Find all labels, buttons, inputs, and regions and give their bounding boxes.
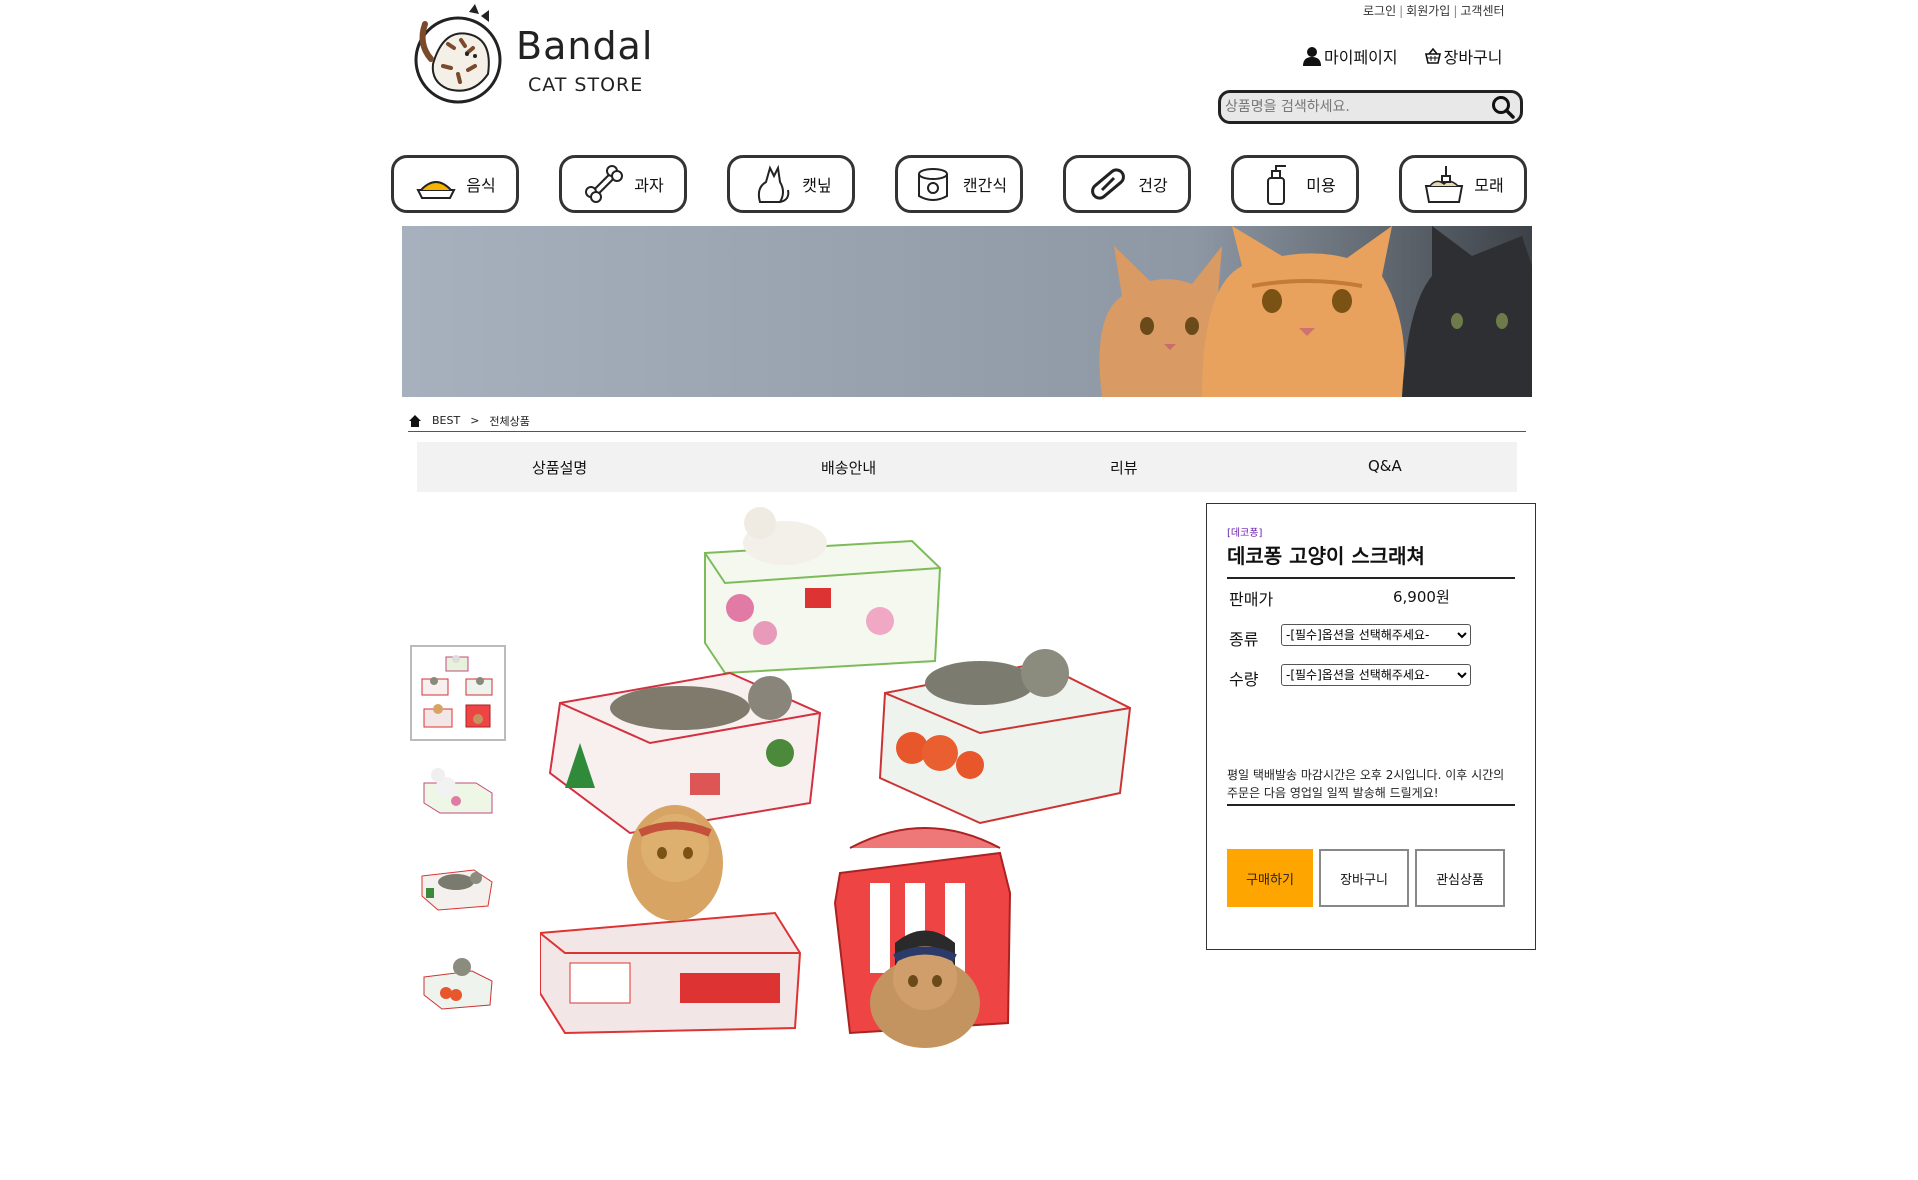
- product-price: 6,900원: [1393, 588, 1450, 606]
- logo[interactable]: Bandal CAT STORE: [413, 4, 653, 108]
- search-input[interactable]: [1225, 99, 1490, 115]
- product-thumbnail-image: [421, 869, 493, 911]
- category-catnip[interactable]: 캣닢: [727, 155, 855, 213]
- product-info-panel: [데코퐁] 데코퐁 고양이 스크래쳐 판매가 6,900원 종류 -[필수]옵션…: [1206, 503, 1536, 950]
- mypage-label: 마이페이지: [1324, 48, 1398, 67]
- product-thumbnail-image: [423, 958, 493, 1010]
- separator: |: [1399, 4, 1404, 18]
- litter-box-icon: [1425, 166, 1464, 203]
- category-label: 음식: [466, 176, 496, 195]
- thumbnail-3[interactable]: [410, 835, 506, 931]
- breadcrumb-best[interactable]: BEST: [432, 414, 460, 427]
- account-links: 마이페이지 장바구니: [1302, 44, 1503, 68]
- can-icon: [917, 168, 948, 201]
- hero-banner: [402, 226, 1532, 397]
- customer-center-link[interactable]: 고객센터: [1460, 4, 1504, 18]
- price-label: 판매가: [1229, 590, 1274, 609]
- login-link[interactable]: 로그인: [1363, 4, 1396, 18]
- top-links: 로그인 | 회원가입 | 고객센터: [1363, 2, 1505, 19]
- buy-button[interactable]: 구매하기: [1227, 849, 1313, 907]
- thumbnail-2[interactable]: [410, 740, 506, 836]
- home-icon[interactable]: [408, 414, 422, 428]
- pill-icon: [1091, 168, 1126, 200]
- category-label: 미용: [1306, 176, 1336, 195]
- product-tabs: 상품설명 배송안내 리뷰 Q&A: [417, 442, 1517, 492]
- category-litter[interactable]: 모래: [1399, 155, 1527, 213]
- category-nav: 음식 과자 캣닢 캔간식 건강 미용 모래: [391, 155, 1527, 213]
- breadcrumb-all-products[interactable]: 전체상품: [489, 413, 529, 429]
- separator: |: [1453, 4, 1458, 18]
- category-snack[interactable]: 과자: [559, 155, 687, 213]
- cat-icon: [758, 164, 790, 203]
- basket-icon: [1424, 47, 1441, 64]
- cart-label: 장바구니: [1443, 48, 1503, 67]
- search-bar: [1218, 90, 1523, 124]
- product-thumbnail-image: [423, 768, 493, 814]
- thumbnail-1[interactable]: [410, 645, 506, 741]
- food-bowl-icon: [416, 181, 456, 199]
- cat-logo-icon: [414, 4, 502, 104]
- tab-description[interactable]: 상품설명: [532, 457, 587, 478]
- tab-qna[interactable]: Q&A: [1368, 457, 1402, 475]
- quantity-select[interactable]: -[필수]옵션을 선택해주세요-: [1281, 664, 1471, 686]
- product-brand: [데코퐁]: [1227, 528, 1263, 539]
- quantity-label: 수량: [1229, 670, 1259, 689]
- mypage-link[interactable]: 마이페이지: [1302, 44, 1398, 68]
- logo-subtitle: CAT STORE: [528, 74, 644, 96]
- add-to-cart-button[interactable]: 장바구니: [1319, 849, 1409, 907]
- category-beauty[interactable]: 미용: [1231, 155, 1359, 213]
- search-icon[interactable]: [1490, 94, 1516, 120]
- category-food[interactable]: 음식: [391, 155, 519, 213]
- cart-link[interactable]: 장바구니: [1424, 44, 1503, 68]
- category-label: 건강: [1138, 176, 1168, 195]
- wishlist-button[interactable]: 관심상품: [1415, 849, 1505, 907]
- tab-shipping[interactable]: 배송안내: [821, 457, 876, 478]
- type-select[interactable]: -[필수]옵션을 선택해주세요-: [1281, 624, 1471, 646]
- tab-review[interactable]: 리뷰: [1110, 457, 1138, 478]
- product-thumbnail-image: [421, 655, 493, 728]
- user-icon: [1303, 47, 1321, 66]
- shipping-notice: 평일 택배발송 마감시간은 오후 2시입니다. 이후 시간의 주문은 다음 영업…: [1227, 766, 1515, 806]
- category-health[interactable]: 건강: [1063, 155, 1191, 213]
- category-can[interactable]: 캔간식: [895, 155, 1023, 213]
- pump-bottle-icon: [1267, 165, 1287, 205]
- category-label: 모래: [1474, 176, 1504, 195]
- thumbnail-4[interactable]: [410, 930, 506, 1026]
- signup-link[interactable]: 회원가입: [1406, 4, 1450, 18]
- cats-banner-image: [402, 226, 1532, 397]
- product-name: 데코퐁 고양이 스크래쳐: [1227, 540, 1515, 579]
- product-main-image: [539, 503, 1165, 1158]
- breadcrumb-separator: >: [470, 414, 480, 427]
- category-label: 캣닢: [802, 176, 832, 195]
- logo-title: Bandal: [516, 24, 654, 68]
- breadcrumb: BEST > 전체상품: [408, 410, 1526, 432]
- category-label: 캔간식: [962, 176, 1008, 195]
- type-label: 종류: [1229, 630, 1259, 649]
- cat-scratcher-boxes-image: [539, 507, 1132, 1048]
- category-label: 과자: [634, 176, 664, 195]
- bone-icon: [585, 165, 624, 203]
